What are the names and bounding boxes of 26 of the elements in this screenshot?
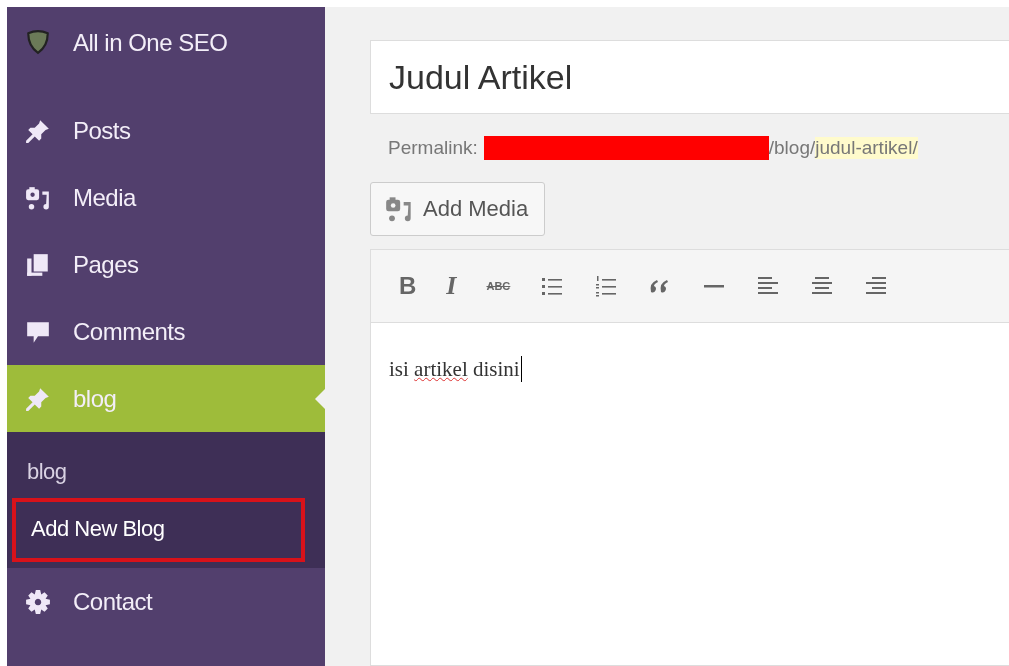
- shield-icon: [25, 29, 51, 55]
- pin-icon: [25, 117, 51, 144]
- pages-icon: [25, 251, 51, 278]
- media-icon: [25, 184, 51, 211]
- sidebar-item[interactable]: Contact: [7, 568, 325, 635]
- sidebar-item[interactable]: Pages: [7, 231, 325, 298]
- submenu-item[interactable]: blog: [7, 450, 325, 494]
- gear-icon: [25, 588, 51, 615]
- italic-button[interactable]: I: [446, 271, 457, 301]
- add-media-button[interactable]: Add Media: [370, 182, 546, 236]
- sidebar-item[interactable]: Comments: [7, 298, 325, 365]
- text-cursor: [520, 356, 522, 382]
- sidebar-item[interactable]: Posts: [7, 97, 325, 164]
- article-text[interactable]: isi artikel disini: [389, 356, 520, 382]
- numbered-list-icon[interactable]: [594, 274, 619, 298]
- bold-button[interactable]: B: [399, 272, 417, 300]
- permalink-label: Permalink:: [388, 137, 478, 159]
- submenu-item[interactable]: Add New Blog: [12, 498, 305, 562]
- strikethrough-button[interactable]: ABC: [486, 280, 511, 292]
- permalink-url: /blog/: [768, 137, 816, 159]
- sidebar-item[interactable]: All in One SEO: [7, 7, 325, 97]
- sidebar-item[interactable]: Media: [7, 164, 325, 231]
- pin-icon: [25, 385, 51, 412]
- title-field[interactable]: Judul Artikel: [370, 40, 1009, 114]
- media-icon: [385, 195, 413, 223]
- permalink-slug[interactable]: judul-artikel/: [815, 137, 918, 159]
